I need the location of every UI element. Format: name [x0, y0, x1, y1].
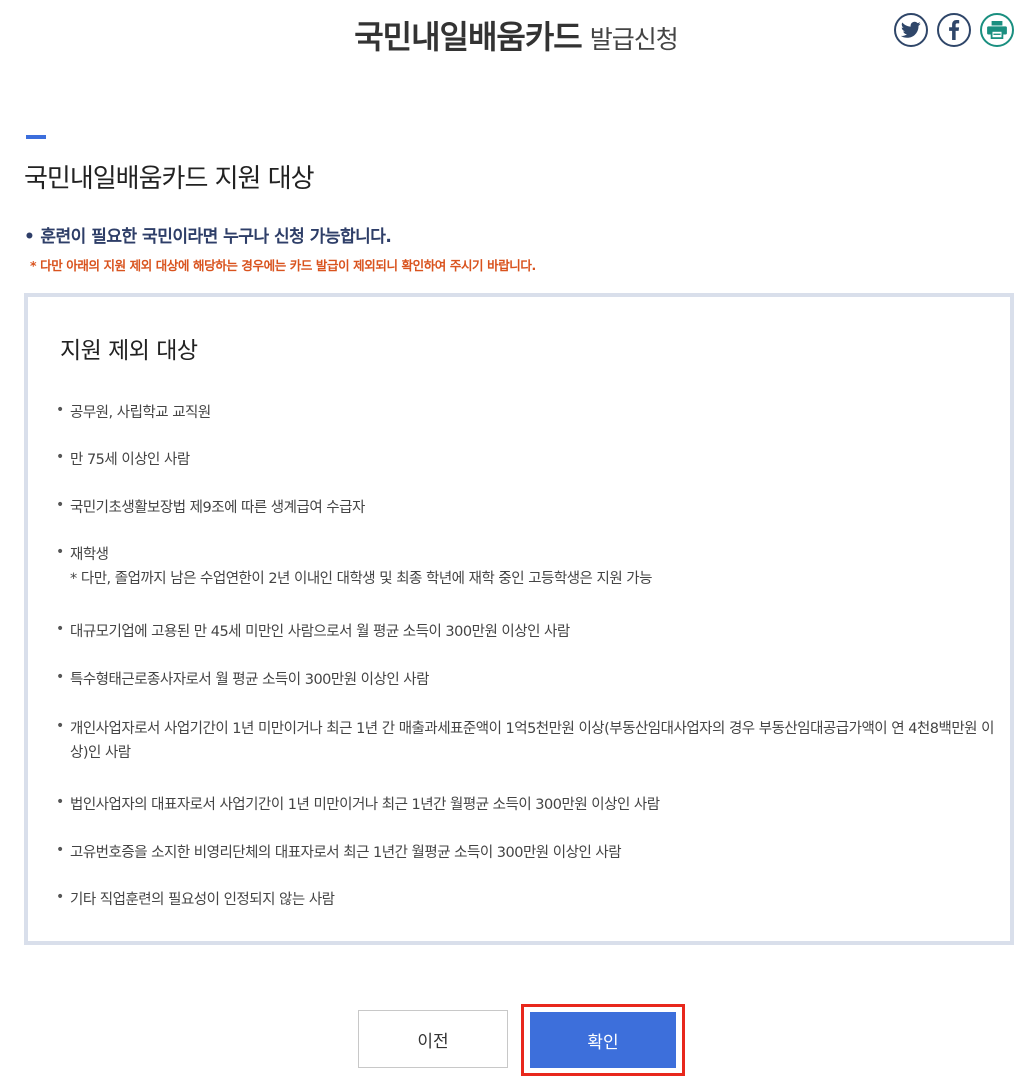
exclusion-item-text: 법인사업자의 대표자로서 사업기간이 1년 미만이거나 최근 1년간 월평균 소… — [70, 797, 660, 813]
facebook-share-button[interactable] — [937, 13, 971, 47]
item-bullet: • — [56, 497, 64, 513]
item-bullet: • — [56, 544, 64, 560]
share-buttons — [894, 13, 1014, 47]
exclusion-item-text: 공무원, 사립학교 교직원 — [70, 405, 211, 421]
confirm-highlight-frame: 확인 — [521, 1004, 685, 1076]
notice-main-text: 훈련이 필요한 국민이라면 누구나 신청 가능합니다. — [40, 227, 392, 247]
exclusion-item: • 국민기초생활보장법 제9조에 따른 생계급여 수급자 — [56, 496, 996, 520]
item-bullet: • — [56, 718, 64, 734]
item-bullet: • — [56, 794, 64, 810]
notice-sub: * 다만 아래의 지원 제외 대상에 해당하는 경우에는 카드 발급이 제외되니… — [30, 258, 536, 273]
exclusion-item: • 개인사업자로서 사업기간이 1년 미만이거나 최근 1년 간 매출과세표준액… — [56, 717, 996, 765]
exclusion-item: • 고유번호증을 소지한 비영리단체의 대표자로서 최근 1년간 월평균 소득이… — [56, 841, 996, 865]
exclusion-item-text: 특수형태근로종사자로서 월 평균 소득이 300만원 이상인 사람 — [70, 672, 430, 688]
exclusion-item-text: 고유번호증을 소지한 비영리단체의 대표자로서 최근 1년간 월평균 소득이 3… — [70, 845, 622, 861]
exclusion-item: • 기타 직업훈련의 필요성이 인정되지 않는 사람 — [56, 888, 996, 912]
exclusion-item: • 대규모기업에 고용된 만 45세 미만인 사람으로서 월 평균 소득이 30… — [56, 620, 996, 644]
page-title: 국민내일배움카드 발급신청 — [0, 12, 1032, 58]
exclusion-item-text: 만 75세 이상인 사람 — [70, 452, 190, 468]
twitter-icon — [901, 21, 921, 38]
exclusion-item: • 재학생 * 다만, 졸업까지 남은 수업연한이 2년 이내인 대학생 및 최… — [56, 543, 996, 591]
section-accent-bar — [26, 135, 46, 139]
page-title-sub: 발급신청 — [589, 25, 679, 54]
exclusion-item: • 법인사업자의 대표자로서 사업기간이 1년 미만이거나 최근 1년간 월평균… — [56, 793, 996, 817]
exclusion-item-text: 개인사업자로서 사업기간이 1년 미만이거나 최근 1년 간 매출과세표준액이 … — [70, 721, 994, 761]
exclusion-item-text: 국민기초생활보장법 제9조에 따른 생계급여 수급자 — [70, 500, 365, 516]
section-title: 국민내일배움카드 지원 대상 — [24, 164, 315, 194]
item-bullet: • — [56, 889, 64, 905]
prev-button[interactable]: 이전 — [358, 1010, 508, 1068]
exclusion-item-text: 재학생 — [70, 547, 109, 563]
exclusion-box: 지원 제외 대상 • 공무원, 사립학교 교직원 • 만 75세 이상인 사람 … — [24, 293, 1014, 945]
page-header: 국민내일배움카드 발급신청 — [0, 0, 1032, 80]
exclusion-item: • 만 75세 이상인 사람 — [56, 448, 996, 472]
print-button[interactable] — [980, 13, 1014, 47]
notice-main: • 훈련이 필요한 국민이라면 누구나 신청 가능합니다. — [24, 222, 392, 247]
twitter-share-button[interactable] — [894, 13, 928, 47]
confirm-button[interactable]: 확인 — [530, 1012, 676, 1068]
item-bullet: • — [56, 402, 64, 418]
exclusion-item-note: * 다만, 졸업까지 남은 수업연한이 2년 이내인 대학생 및 최종 학년에 … — [70, 571, 652, 587]
printer-icon — [987, 21, 1007, 39]
action-buttons: 이전 확인 — [0, 1004, 1032, 1078]
notice-bullet: • — [24, 227, 35, 247]
item-bullet: • — [56, 449, 64, 465]
item-bullet: • — [56, 842, 64, 858]
exclusion-item-text: 대규모기업에 고용된 만 45세 미만인 사람으로서 월 평균 소득이 300만… — [70, 624, 570, 640]
exclusion-title: 지원 제외 대상 — [60, 338, 198, 364]
item-bullet: • — [56, 669, 64, 685]
exclusion-item: • 특수형태근로종사자로서 월 평균 소득이 300만원 이상인 사람 — [56, 668, 996, 692]
facebook-icon — [949, 20, 960, 40]
exclusion-item: • 공무원, 사립학교 교직원 — [56, 401, 996, 425]
exclusion-item-text: 기타 직업훈련의 필요성이 인정되지 않는 사람 — [70, 892, 335, 908]
page-title-main: 국민내일배움카드 — [354, 18, 583, 56]
item-bullet: • — [56, 621, 64, 637]
